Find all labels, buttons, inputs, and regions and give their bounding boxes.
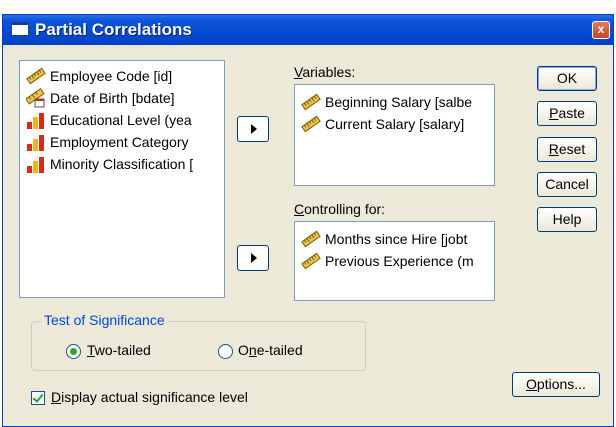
- options-button[interactable]: Options...: [512, 372, 600, 397]
- move-to-controlling-button[interactable]: [237, 245, 269, 271]
- ruler-icon: [26, 66, 46, 86]
- controlling-for-list[interactable]: Months since Hire [jobt Previous Experie…: [294, 221, 495, 301]
- one-tailed-radio[interactable]: [218, 344, 233, 359]
- test-of-significance-legend: Test of Significance: [41, 312, 168, 328]
- reset-button[interactable]: Reset: [537, 137, 597, 162]
- help-button[interactable]: Help: [537, 207, 597, 232]
- test-of-significance-group: [31, 321, 366, 371]
- ok-button[interactable]: OK: [537, 66, 597, 91]
- list-item[interactable]: Previous Experience (m: [301, 250, 474, 272]
- ruler-icon: [301, 251, 321, 271]
- partial-correlations-dialog: Partial Correlations x Employee Code [id…: [2, 14, 614, 427]
- bar-chart-icon: [26, 110, 46, 130]
- paste-button[interactable]: Paste: [537, 101, 597, 126]
- window-title: Partial Correlations: [35, 20, 192, 39]
- list-item[interactable]: Minority Classification [: [26, 153, 193, 175]
- list-item[interactable]: Months since Hire [jobt: [301, 228, 467, 250]
- cancel-button[interactable]: Cancel: [537, 172, 597, 197]
- display-actual-significance-checkbox[interactable]: [31, 391, 45, 405]
- list-item[interactable]: Employment Category: [26, 131, 189, 153]
- two-tailed-label[interactable]: Two-tailed: [87, 342, 151, 358]
- title-bar[interactable]: Partial Correlations x: [3, 15, 613, 45]
- bar-chart-icon: [26, 132, 46, 152]
- window-icon: [11, 22, 29, 36]
- one-tailed-label[interactable]: One-tailed: [238, 342, 303, 358]
- ruler-icon: [301, 114, 321, 134]
- ruler-date-icon: [26, 88, 46, 108]
- close-icon: x: [597, 22, 605, 36]
- bar-chart-icon: [26, 154, 46, 174]
- variables-list[interactable]: Beginning Salary [salbe Current Salary […: [294, 84, 495, 186]
- move-to-variables-button[interactable]: [237, 116, 269, 142]
- list-item[interactable]: Educational Level (yea: [26, 109, 192, 131]
- list-item[interactable]: Current Salary [salary]: [301, 113, 464, 135]
- two-tailed-radio[interactable]: [66, 344, 81, 359]
- source-variable-list[interactable]: Employee Code [id] Date of Birth [bdate]…: [19, 60, 225, 298]
- list-item[interactable]: Beginning Salary [salbe: [301, 91, 472, 113]
- controlling-for-label: Controlling for:: [294, 201, 386, 217]
- ruler-icon: [301, 229, 321, 249]
- list-item[interactable]: Employee Code [id]: [26, 65, 172, 87]
- list-item[interactable]: Date of Birth [bdate]: [26, 87, 175, 109]
- variables-label: Variables:: [294, 64, 356, 80]
- display-actual-significance-label[interactable]: Display actual significance level: [51, 389, 248, 405]
- close-button[interactable]: x: [592, 21, 610, 39]
- ruler-icon: [301, 92, 321, 112]
